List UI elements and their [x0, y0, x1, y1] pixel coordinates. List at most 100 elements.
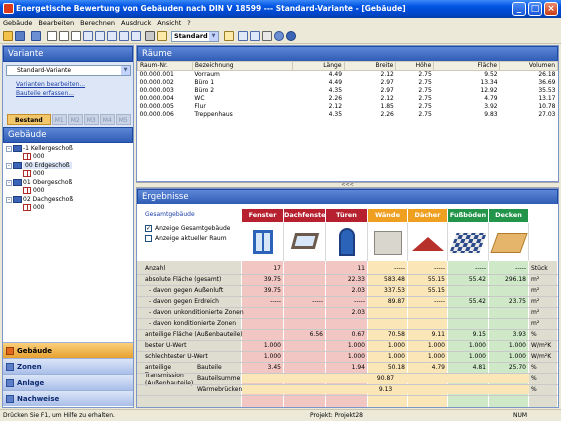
- rooms-table: Raum-Nr. Bezeichnung Länge Breite Höhe F…: [137, 61, 558, 119]
- col-breite[interactable]: Breite: [343, 61, 397, 71]
- result-value: -----: [475, 265, 486, 272]
- nav-anlage[interactable]: Anlage: [3, 374, 133, 390]
- checkbox-checked[interactable]: ✓: [145, 225, 152, 232]
- chevron-down-icon[interactable]: ▼: [209, 32, 218, 41]
- document-icon[interactable]: [83, 31, 93, 41]
- table-cell: 27.03: [538, 111, 556, 118]
- tree-node-kellergeschoss[interactable]: - -1 Kellergeschoß: [6, 145, 73, 153]
- result-unit: Stück: [531, 265, 548, 272]
- col-bezeichnung[interactable]: Bezeichnung: [191, 61, 293, 71]
- maximize-button[interactable]: □: [528, 2, 542, 16]
- list-icon[interactable]: [95, 31, 105, 41]
- menu-ansicht[interactable]: Ansicht: [154, 18, 184, 29]
- tab-m1[interactable]: M1: [51, 114, 67, 125]
- tree-node-dachgeschoss[interactable]: -02 Dachgeschoß: [6, 196, 73, 204]
- info-icon[interactable]: [274, 31, 284, 41]
- table-row[interactable]: 00.000.003 Büro 2 4.35 2.97 2.75 12.92 35.53: [138, 87, 558, 95]
- close-button[interactable]: ×: [544, 2, 558, 16]
- table-row[interactable]: 00.000.006 Treppenhaus 4.35 2.26 2.75 9.83 27.…: [138, 111, 558, 119]
- table-cell: 13.17: [538, 95, 556, 102]
- result-unit: m²: [531, 298, 540, 305]
- nav-zonen[interactable]: Zonen: [3, 358, 133, 374]
- tree-node-erdgeschoss[interactable]: -00 Erdgeschoß: [6, 162, 72, 170]
- nav-nachweise[interactable]: Nachweise: [3, 390, 133, 406]
- col-hoehe[interactable]: Höhe: [395, 61, 435, 71]
- plant-icon: [6, 379, 14, 387]
- tab-m3[interactable]: M3: [83, 114, 99, 125]
- building-icon[interactable]: [31, 31, 41, 41]
- checkbox-unchecked[interactable]: [145, 235, 152, 242]
- check-gesamtgebaeude[interactable]: ✓ Anzeige Gesamtgebäude: [145, 224, 230, 233]
- tab-m5[interactable]: M5: [115, 114, 131, 125]
- result-row-label: - davon gegen Außenluft: [149, 287, 224, 294]
- tree-node-room-group[interactable]: 000: [23, 170, 44, 178]
- menu-help[interactable]: ?: [184, 18, 193, 29]
- collapse-icon[interactable]: -: [6, 162, 12, 169]
- floor-icon: [13, 179, 22, 186]
- minimize-button[interactable]: _: [512, 2, 526, 16]
- col-laenge[interactable]: Länge: [291, 61, 345, 71]
- column-header-4: Dächer: [408, 209, 448, 222]
- collapse-icon[interactable]: -: [6, 196, 12, 203]
- help-icon[interactable]: [286, 31, 296, 41]
- result-value: 0.67: [351, 331, 365, 338]
- chevron-down-icon[interactable]: ▼: [121, 66, 130, 75]
- link-bauteile-erfassen[interactable]: Bauteile erfassen...: [16, 90, 74, 97]
- left-pane: Variante Standard-Variante ▼ Varianten b…: [2, 45, 134, 408]
- paste-icon[interactable]: [71, 31, 81, 41]
- check-aktueller-raum[interactable]: Anzeige aktueller Raum: [145, 234, 227, 243]
- menu-ausdruck[interactable]: Ausdruck: [118, 18, 154, 29]
- table-row[interactable]: 00.000.004 WC 2.26 2.12 2.75 4.79 13.17: [138, 95, 558, 103]
- table-cell: 00.000.003: [139, 87, 174, 94]
- layers-icon[interactable]: [119, 31, 129, 41]
- col-flaeche[interactable]: Fläche: [433, 61, 501, 71]
- menu-bearbeiten[interactable]: Bearbeiten: [35, 18, 77, 29]
- copy-icon[interactable]: [59, 31, 69, 41]
- table-cell: 2.75: [418, 95, 432, 102]
- tree-node-obergeschoss[interactable]: -01 Obergeschoß: [6, 179, 72, 187]
- calculator-icon[interactable]: [157, 31, 167, 41]
- table-cell: 00.000.002: [139, 79, 174, 86]
- variant-select[interactable]: Standard-Variante ▼: [6, 65, 131, 76]
- print-icon[interactable]: [145, 31, 155, 41]
- table-cell: 2.12: [328, 103, 343, 110]
- tree-node-room-group[interactable]: 000: [23, 204, 44, 212]
- menu-berechnen[interactable]: Berechnen: [77, 18, 118, 29]
- variant-icon[interactable]: [224, 31, 234, 41]
- result-value: 337.53: [384, 287, 405, 294]
- chart-icon[interactable]: [250, 31, 260, 41]
- tools-icon[interactable]: [262, 31, 272, 41]
- collapse-icon[interactable]: -: [6, 179, 12, 186]
- save-icon[interactable]: [15, 31, 25, 41]
- tree-node-room-group[interactable]: 000: [23, 187, 44, 195]
- tree-node-room-group[interactable]: 000: [23, 153, 44, 161]
- result-value: 1.000: [468, 353, 486, 360]
- tab-bestand[interactable]: Bestand: [7, 114, 51, 125]
- new-room-icon[interactable]: [47, 31, 57, 41]
- table-row[interactable]: 00.000.005 Flur 2.12 1.85 2.75 3.92 10.78: [138, 103, 558, 111]
- ergebnisse-panel: Ergebnisse Gesamtgebäude ✓ Anzeige Gesamtg…: [136, 188, 559, 408]
- ergebnisse-header: Ergebnisse: [137, 189, 558, 205]
- title-bar[interactable]: Energetische Bewertung von Gebäuden nach…: [0, 0, 561, 18]
- table-row[interactable]: 00.000.001 Vorraum 4.49 2.12 2.75 9.52 26.18: [138, 71, 558, 80]
- table-cell: 2.26: [380, 111, 394, 118]
- table-cell: 4.35: [328, 111, 343, 118]
- menu-gebaeude[interactable]: Gebäude: [0, 18, 35, 29]
- tab-m4[interactable]: M4: [99, 114, 115, 125]
- column-header-5: Fußböden: [448, 209, 489, 222]
- col-raum-nr[interactable]: Raum-Nr.: [137, 61, 193, 71]
- toolbar-variant-value: Standard: [174, 32, 208, 40]
- tab-m2[interactable]: M2: [67, 114, 83, 125]
- collapse-icon[interactable]: -: [6, 145, 12, 152]
- report-icon[interactable]: [131, 31, 141, 41]
- link-varianten-bearbeiten[interactable]: Varianten bearbeiten...: [16, 81, 85, 88]
- export-icon[interactable]: [238, 31, 248, 41]
- toolbar-variant-select[interactable]: Standard ▼: [171, 31, 219, 42]
- nav-gebaeude[interactable]: Gebäude: [3, 342, 133, 358]
- table-icon[interactable]: [107, 31, 117, 41]
- open-folder-icon[interactable]: [3, 31, 13, 41]
- table-row[interactable]: 00.000.002 Büro 1 4.49 2.97 2.75 13.34 36.69: [138, 79, 558, 87]
- result-value: 11: [357, 265, 365, 272]
- raeume-panel: Räume Raum-Nr. Bezeichnung Länge Breite …: [136, 45, 559, 182]
- col-volumen[interactable]: Volumen: [499, 61, 558, 71]
